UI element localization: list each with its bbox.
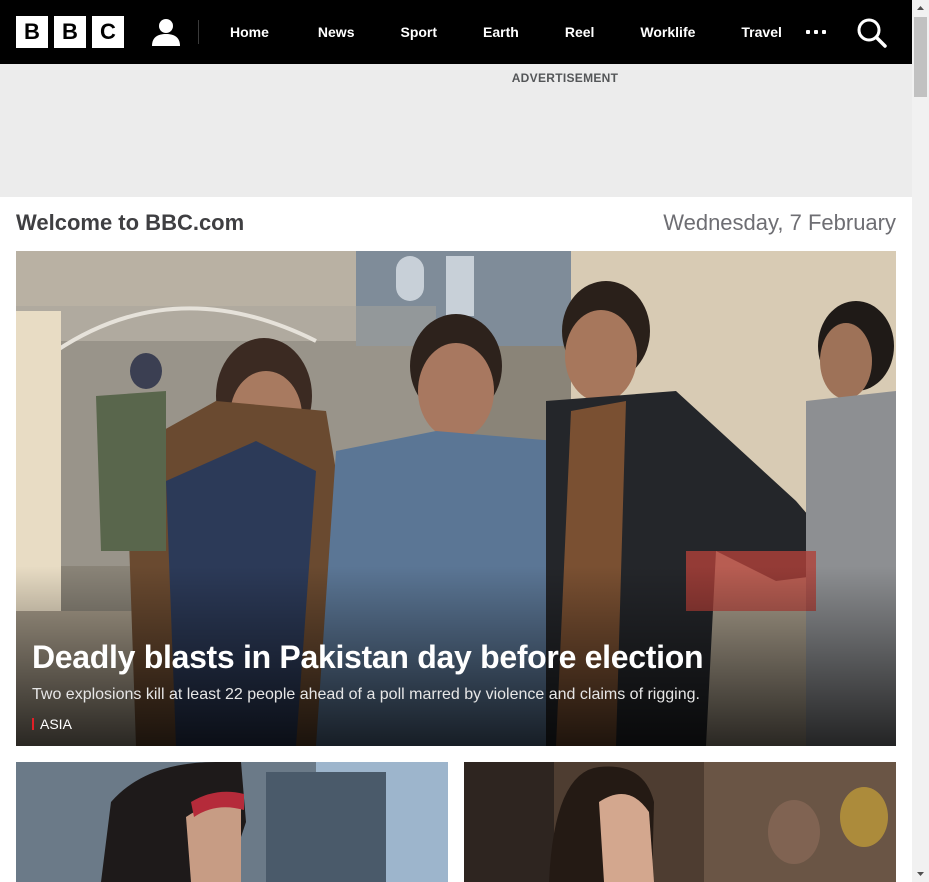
hero-headline[interactable]: Deadly blasts in Pakistan day before ele…: [32, 639, 704, 676]
story-card-2[interactable]: [464, 762, 896, 882]
hero-story-card[interactable]: Deadly blasts in Pakistan day before ele…: [16, 251, 896, 746]
nav-item-travel[interactable]: Travel: [741, 24, 781, 40]
scroll-down-arrow-icon[interactable]: [912, 865, 929, 882]
hero-topic-tag[interactable]: ASIA: [32, 716, 72, 732]
top-navigation-bar: B B C Home News Sport Earth Reel Worklif…: [0, 0, 912, 64]
nav-divider: [198, 20, 199, 44]
nav-item-news[interactable]: News: [318, 24, 355, 40]
nav-item-worklife[interactable]: Worklife: [640, 24, 695, 40]
hero-summary: Two explosions kill at least 22 people a…: [32, 686, 700, 703]
story-card-2-photo: [464, 762, 896, 882]
bbc-logo[interactable]: B B C: [16, 16, 124, 48]
current-date: Wednesday, 7 February: [663, 210, 896, 235]
user-icon[interactable]: [150, 17, 182, 47]
nav-item-sport[interactable]: Sport: [400, 24, 437, 40]
page-scrollbar[interactable]: [912, 0, 929, 882]
advertisement-label: ADVERTISEMENT: [511, 71, 619, 85]
nav-item-home[interactable]: Home: [230, 24, 269, 40]
scroll-up-arrow-icon[interactable]: [912, 0, 929, 17]
scrollbar-thumb[interactable]: [914, 17, 927, 97]
hero-tag-label: ASIA: [40, 716, 72, 732]
advertisement-slot: ADVERTISEMENT: [0, 64, 912, 197]
more-dots-icon[interactable]: [805, 24, 829, 40]
page-title: Welcome to BBC.com: [16, 210, 245, 235]
tag-accent-bar: [32, 718, 34, 730]
main-nav: Home News Sport Earth Reel Worklife Trav…: [206, 0, 782, 64]
logo-letter-c: C: [92, 16, 124, 48]
search-icon[interactable]: [856, 17, 888, 49]
logo-letter-b1: B: [16, 16, 48, 48]
story-card-1-photo: [16, 762, 448, 882]
nav-item-reel[interactable]: Reel: [565, 24, 595, 40]
story-card-1[interactable]: [16, 762, 448, 882]
nav-item-earth[interactable]: Earth: [483, 24, 519, 40]
logo-letter-b2: B: [54, 16, 86, 48]
